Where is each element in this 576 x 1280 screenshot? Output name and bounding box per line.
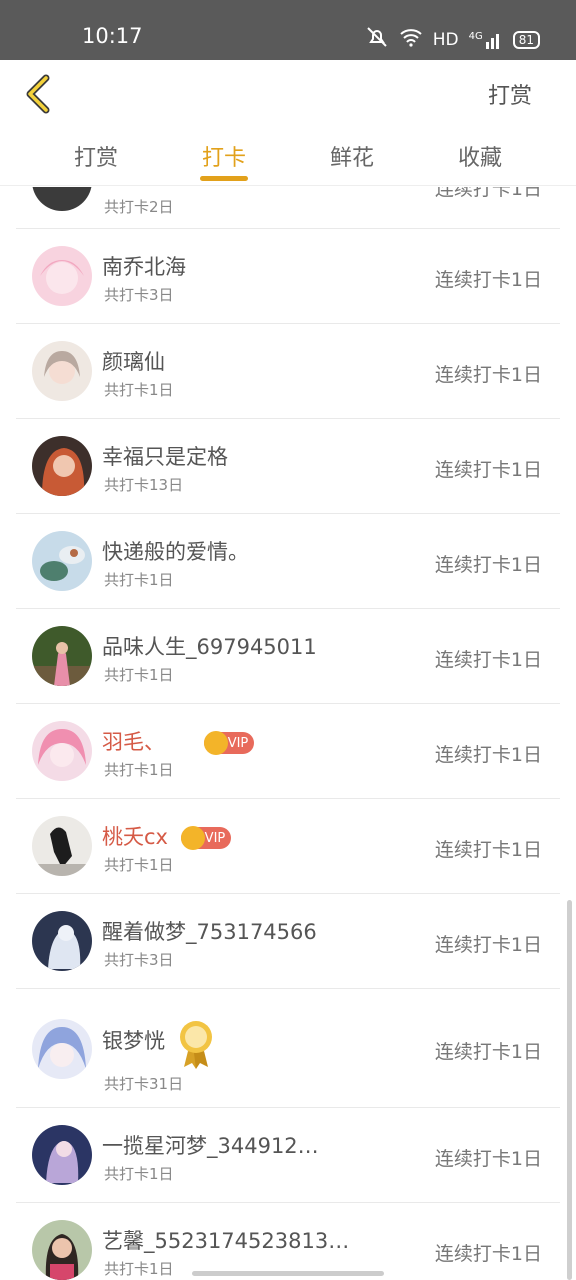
- mute-icon: [365, 26, 389, 53]
- list-item[interactable]: 一揽星河梦_344912… 共打卡1日 连续打卡1日: [16, 1108, 560, 1203]
- avatar: [32, 531, 92, 591]
- streak-days: 连续打卡1日: [434, 269, 542, 291]
- user-name: 品味人生_697945011: [102, 635, 317, 659]
- total-checkins: 共打卡13日: [104, 476, 184, 494]
- user-name: 南乔北海: [102, 255, 186, 279]
- streak-days: 连续打卡1日: [434, 649, 542, 671]
- total-checkins: 共打卡3日: [104, 951, 174, 969]
- vip-badge: VIP: [203, 731, 255, 755]
- list-item[interactable]: 南乔北海 共打卡3日 连续打卡1日: [16, 229, 560, 324]
- total-checkins: 共打卡1日: [104, 381, 174, 399]
- total-checkins: 共打卡1日: [104, 856, 174, 874]
- medal-icon: [180, 1021, 212, 1069]
- wifi-icon: [399, 27, 423, 52]
- signal-label: 4G: [468, 30, 483, 42]
- home-indicator[interactable]: [192, 1271, 384, 1276]
- streak-days: 连续打卡1日: [434, 459, 542, 481]
- signal-icon: 4G: [469, 31, 503, 49]
- streak-days: 连续打卡1日: [434, 839, 542, 861]
- list-item[interactable]: 快递般的爱情。 共打卡1日 连续打卡1日: [16, 514, 560, 609]
- streak-days: 连续打卡1日: [434, 1243, 542, 1265]
- header: 打赏: [0, 60, 576, 130]
- streak-days: 连续打卡1日: [434, 364, 542, 386]
- total-checkins: 共打卡1日: [104, 571, 174, 589]
- avatar: [32, 187, 92, 211]
- total-checkins: 共打卡1日: [104, 1260, 174, 1278]
- user-name: 银梦恍: [102, 1029, 165, 1053]
- vip-label: VIP: [227, 735, 249, 751]
- avatar: [32, 626, 92, 686]
- checkin-list[interactable]: 共打卡2日 连续打卡1日 南乔北海 共打卡3日 连续打卡1日 颜璃仙 共打卡1日…: [0, 187, 576, 1280]
- vip-badge: VIP: [180, 826, 232, 850]
- tab-flowers[interactable]: 鲜花: [288, 130, 416, 185]
- user-name-text: 羽毛、: [102, 730, 165, 754]
- reward-action-button[interactable]: 打赏: [488, 78, 532, 110]
- avatar: [32, 816, 92, 876]
- list-item[interactable]: 品味人生_697945011 共打卡1日 连续打卡1日: [16, 609, 560, 704]
- list-item[interactable]: 幸福只是定格 共打卡13日 连续打卡1日: [16, 419, 560, 514]
- streak-days: 连续打卡1日: [434, 187, 542, 200]
- user-name: 醒着做梦_753174566: [102, 920, 317, 944]
- avatar: [32, 341, 92, 401]
- user-name: 羽毛、 VIP: [102, 726, 255, 756]
- total-checkins: 共打卡1日: [104, 666, 174, 684]
- user-name: 桃夭cx VIP: [102, 821, 232, 851]
- total-checkins: 共打卡1日: [104, 761, 174, 779]
- streak-days: 连续打卡1日: [434, 1148, 542, 1170]
- network-label: HD: [432, 29, 459, 50]
- avatar: [32, 1019, 92, 1079]
- list-item[interactable]: 桃夭cx VIP 共打卡1日 连续打卡1日: [16, 799, 560, 894]
- avatar: [32, 721, 92, 781]
- crown-icon: [180, 826, 205, 850]
- tab-favorites[interactable]: 收藏: [416, 130, 544, 185]
- user-name: 快递般的爱情。: [102, 540, 249, 564]
- total-checkins: 共打卡3日: [104, 286, 174, 304]
- tab-reward[interactable]: 打赏: [32, 130, 160, 185]
- scrollbar[interactable]: [567, 900, 572, 1280]
- avatar: [32, 1220, 92, 1280]
- tab-bar: 打赏 打卡 鲜花 收藏: [0, 130, 576, 186]
- battery-indicator: 81: [512, 30, 540, 49]
- streak-days: 连续打卡1日: [434, 934, 542, 956]
- status-time: 10:17: [82, 24, 143, 48]
- total-checkins: 共打卡1日: [104, 1165, 174, 1183]
- total-checkins: 共打卡2日: [104, 198, 174, 216]
- user-name: 颜璃仙: [102, 350, 165, 374]
- avatar: [32, 246, 92, 306]
- list-item[interactable]: 银梦恍 共打卡31日 连续打卡1日: [16, 989, 560, 1108]
- streak-days: 连续打卡1日: [434, 1041, 542, 1063]
- user-name: 幸福只是定格: [102, 445, 228, 469]
- status-bar: 10:17 HD 4G 81: [0, 0, 576, 60]
- list-item[interactable]: 艺馨_5523174523813… 共打卡1日 连续打卡1日: [16, 1203, 560, 1280]
- crown-icon: [203, 731, 228, 755]
- avatar: [32, 911, 92, 971]
- tab-checkin[interactable]: 打卡: [160, 130, 288, 185]
- back-button[interactable]: [18, 72, 62, 116]
- status-icons: HD 4G 81: [365, 26, 540, 53]
- avatar: [32, 1125, 92, 1185]
- user-name-text: 桃夭cx: [102, 825, 168, 849]
- list-item[interactable]: 羽毛、 VIP 共打卡1日 连续打卡1日: [16, 704, 560, 799]
- total-checkins: 共打卡31日: [104, 1075, 184, 1093]
- streak-days: 连续打卡1日: [434, 554, 542, 576]
- list-item[interactable]: 颜璃仙 共打卡1日 连续打卡1日: [16, 324, 560, 419]
- user-name: 艺馨_5523174523813…: [102, 1229, 350, 1253]
- list-item[interactable]: 醒着做梦_753174566 共打卡3日 连续打卡1日: [16, 894, 560, 989]
- chevron-left-icon: [26, 74, 50, 114]
- streak-days: 连续打卡1日: [434, 744, 542, 766]
- user-name: 一揽星河梦_344912…: [102, 1134, 319, 1158]
- vip-label: VIP: [204, 830, 226, 846]
- list-item[interactable]: 共打卡2日 连续打卡1日: [16, 187, 560, 229]
- avatar: [32, 436, 92, 496]
